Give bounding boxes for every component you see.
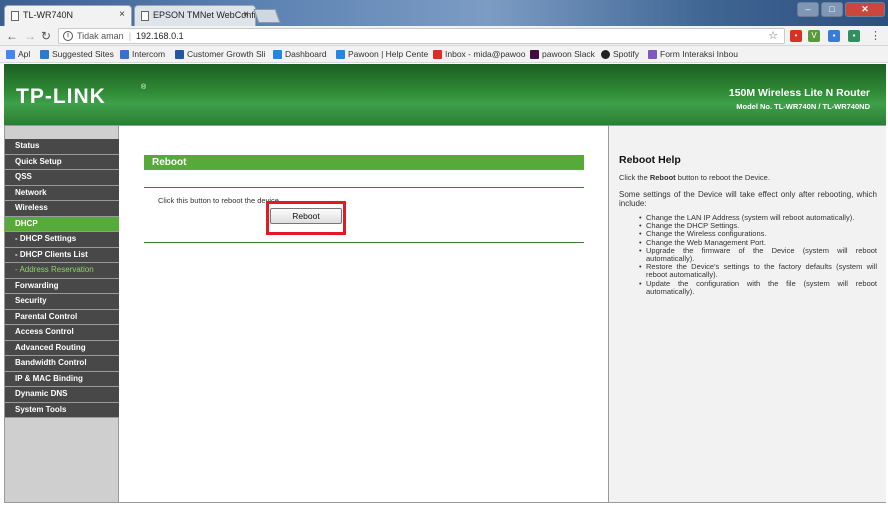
maximize-button[interactable]: □: [821, 2, 843, 17]
intercom-icon: [120, 50, 129, 59]
sidebar: Status Quick Setup QSS Network Wireless DHCP -…: [5, 126, 119, 502]
reboot-button[interactable]: Reboot: [270, 208, 342, 224]
pawoon-icon: [336, 50, 345, 59]
sidebar-item-dynamic-dns[interactable]: Dynamic DNS: [5, 387, 119, 403]
bookmark-slack[interactable]: pawoon Slack: [530, 49, 595, 61]
bookmarks-bar: Apl Suggested Sites Intercom Customer Gr…: [0, 46, 888, 63]
sidebar-item-bandwidth-control[interactable]: Bandwidth Control: [5, 356, 119, 372]
extension-icon[interactable]: •: [790, 30, 802, 42]
tab-epson[interactable]: EPSON TMNet WebConfi ×: [134, 5, 256, 26]
router-header: TP-LINK ® 150M Wireless Lite N Router Mo…: [4, 64, 886, 125]
sidebar-item-address-reservation[interactable]: - Address Reservation: [5, 263, 119, 279]
apps-grid-icon: [6, 50, 15, 59]
page-icon: [141, 11, 149, 21]
sidebar-item-parental-control[interactable]: Parental Control: [5, 309, 119, 325]
sidebar-item-status[interactable]: Status: [5, 139, 119, 155]
bookmark-pawoon-help[interactable]: Pawoon | Help Cente: [336, 49, 428, 61]
sidebar-item-wireless[interactable]: Wireless: [5, 201, 119, 217]
sheet-icon: [175, 50, 184, 59]
pawoon-icon: [273, 50, 282, 59]
close-window-button[interactable]: ✕: [845, 2, 885, 17]
sidebar-item-system-tools[interactable]: System Tools: [5, 402, 119, 418]
bookmark-intercom[interactable]: Intercom: [120, 49, 165, 61]
sidebar-menu: Status Quick Setup QSS Network Wireless DHCP -…: [5, 139, 119, 418]
close-icon[interactable]: ×: [119, 9, 125, 20]
divider: [144, 187, 584, 188]
security-label: Tidak aman: [77, 31, 124, 41]
main-panel: Reboot Click this button to reboot the d…: [120, 126, 607, 502]
sidebar-item-forwarding[interactable]: Forwarding: [5, 278, 119, 294]
help-paragraph: Some settings of the Device will take ef…: [619, 190, 877, 208]
minimize-button[interactable]: –: [797, 2, 819, 17]
bookmark-form-interaksi[interactable]: Form Interaksi Inbou: [648, 49, 738, 61]
gmail-icon: [433, 50, 442, 59]
browser-tab-bar: TL-WR740N × EPSON TMNet WebConfi × – □ ✕: [0, 0, 888, 26]
page-icon: [11, 11, 19, 21]
slack-icon: [530, 50, 539, 59]
sidebar-item-quick-setup[interactable]: Quick Setup: [5, 154, 119, 170]
bookmark-suggested-sites[interactable]: Suggested Sites: [40, 49, 114, 61]
close-icon[interactable]: ×: [243, 9, 249, 20]
reboot-instruction: Click this button to reboot the device.: [158, 196, 281, 205]
registered-mark: ®: [141, 84, 147, 91]
model-name: 150M Wireless Lite N Router: [728, 87, 870, 99]
back-arrow-icon[interactable]: ←: [6, 29, 18, 43]
help-panel: Reboot Help Click the Reboot button to r…: [608, 126, 886, 502]
sidebar-item-dhcp-settings[interactable]: - DHCP Settings: [5, 232, 119, 248]
forward-arrow-icon[interactable]: →: [24, 29, 36, 43]
url-text: 192.168.0.1: [136, 31, 184, 41]
help-list-item: Update the configuration with the file (…: [639, 279, 877, 296]
sidebar-item-network[interactable]: Network: [5, 185, 119, 201]
extension-icon[interactable]: V: [808, 30, 820, 42]
sidebar-item-dhcp-clients-list[interactable]: - DHCP Clients List: [5, 247, 119, 263]
new-tab-button[interactable]: [253, 9, 281, 23]
bookmark-apps[interactable]: Apl: [6, 49, 30, 61]
bookmark-customer-growth[interactable]: Customer Growth Sli: [175, 49, 265, 61]
divider: [144, 242, 584, 243]
bookmark-dashboard[interactable]: Dashboard: [273, 49, 327, 61]
bing-icon: [40, 50, 49, 59]
info-icon[interactable]: i: [63, 31, 73, 41]
bookmark-inbox[interactable]: Inbox - mida@pawoo: [433, 49, 525, 61]
sidebar-item-qss[interactable]: QSS: [5, 170, 119, 186]
help-list-item: Upgrade the firmware of the Device (syst…: [639, 246, 877, 263]
extension-icon[interactable]: ▪: [828, 30, 840, 42]
help-title: Reboot Help: [619, 154, 681, 166]
help-list: Change the LAN IP Address (system will r…: [639, 213, 877, 296]
tab-title: TL-WR740N: [23, 10, 74, 20]
bookmark-spotify[interactable]: Spotify: [601, 49, 639, 61]
menu-dots-icon[interactable]: ⋮: [870, 29, 881, 43]
extension-icon[interactable]: ▪: [848, 30, 860, 42]
page-title: Reboot: [144, 155, 584, 170]
sidebar-item-access-control[interactable]: Access Control: [5, 325, 119, 341]
sidebar-item-security[interactable]: Security: [5, 294, 119, 310]
sidebar-item-dhcp[interactable]: DHCP: [5, 216, 119, 232]
tplink-logo: TP-LINK: [16, 85, 106, 108]
sidebar-item-ip-mac-binding[interactable]: IP & MAC Binding: [5, 371, 119, 387]
help-intro: Click the Reboot button to reboot the De…: [619, 173, 770, 182]
reload-icon[interactable]: ↻: [41, 29, 51, 43]
url-input[interactable]: i Tidak aman | 192.168.0.1 ☆: [58, 28, 785, 44]
address-bar-row: ← → ↻ i Tidak aman | 192.168.0.1 ☆ • V ▪ ▪…: [0, 26, 888, 46]
form-icon: [648, 50, 657, 59]
help-list-item: Restore the Device's settings to the fac…: [639, 263, 877, 280]
spotify-icon: [601, 50, 610, 59]
tab-title: EPSON TMNet WebConfi: [153, 10, 256, 20]
tab-router[interactable]: TL-WR740N ×: [4, 5, 132, 26]
model-number: Model No. TL-WR740N / TL-WR740ND: [736, 102, 870, 111]
sidebar-item-advanced-routing[interactable]: Advanced Routing: [5, 340, 119, 356]
star-icon[interactable]: ☆: [768, 29, 778, 43]
